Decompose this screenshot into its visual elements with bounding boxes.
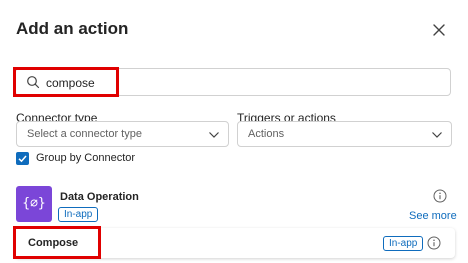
panel-title: Add an action [16,19,129,38]
checkmark-icon [18,155,27,163]
see-more-link[interactable]: See more [409,210,457,222]
action-in-app-badge: In-app [383,236,424,251]
compose-highlight-box [13,226,101,259]
connector-name: Data Operation [60,191,139,203]
add-action-panel: Add an action Connector type Select a co… [0,0,468,263]
connector-type-value: Select a connector type [27,128,142,140]
info-icon[interactable] [427,236,441,250]
data-operation-icon: {∅} [16,186,52,222]
connector-in-app-badge: In-app [58,207,99,222]
triggers-actions-value: Actions [248,128,285,140]
search-highlight-box [13,67,119,97]
group-by-connector-label: Group by Connector [36,152,136,164]
triggers-actions-select[interactable]: Actions [237,121,452,147]
close-button[interactable] [428,19,450,41]
group-by-connector-checkbox[interactable] [16,152,29,165]
info-icon[interactable] [433,189,447,203]
chevron-down-icon [432,132,442,138]
close-icon [433,24,445,36]
chevron-down-icon [209,132,219,138]
connector-type-select[interactable]: Select a connector type [16,121,229,147]
